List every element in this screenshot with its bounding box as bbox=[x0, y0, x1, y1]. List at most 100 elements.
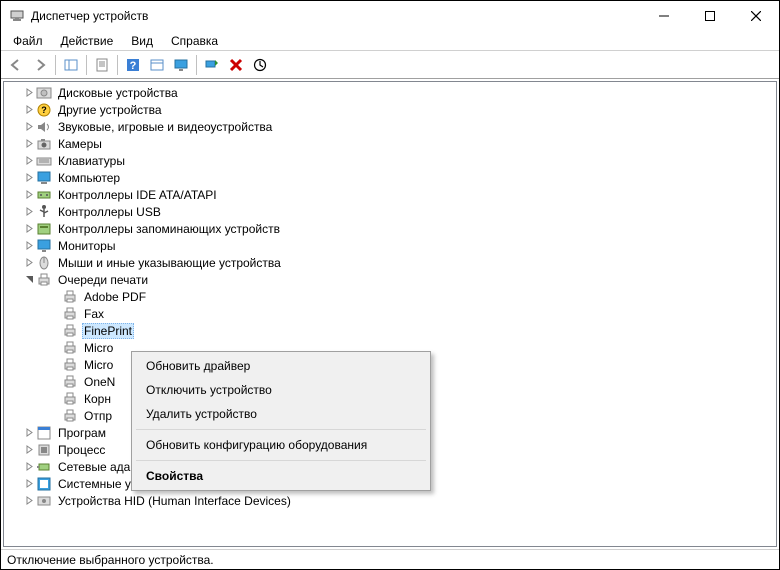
maximize-button[interactable] bbox=[687, 1, 733, 31]
printer-icon bbox=[62, 391, 78, 407]
mouse-icon bbox=[36, 255, 52, 271]
printer-icon bbox=[62, 306, 78, 322]
computer-icon bbox=[36, 170, 52, 186]
camera-icon bbox=[36, 136, 52, 152]
tree-category[interactable]: Контроллеры IDE ATA/ATAPI bbox=[4, 186, 776, 203]
expand-icon[interactable] bbox=[22, 426, 36, 440]
expand-icon[interactable] bbox=[22, 222, 36, 236]
context-menu-separator bbox=[136, 460, 426, 461]
tree-category[interactable]: ?Другие устройства bbox=[4, 101, 776, 118]
options-button[interactable] bbox=[146, 54, 168, 76]
printer-icon bbox=[62, 340, 78, 356]
context-menu-item[interactable]: Обновить конфигурацию оборудования bbox=[134, 433, 428, 457]
expand-icon[interactable] bbox=[22, 103, 36, 117]
expand-icon[interactable] bbox=[22, 239, 36, 253]
context-menu-item[interactable]: Отключить устройство bbox=[134, 378, 428, 402]
context-menu: Обновить драйверОтключить устройствоУдал… bbox=[131, 351, 431, 491]
window-controls bbox=[641, 1, 779, 31]
tree-category[interactable]: Контроллеры USB bbox=[4, 203, 776, 220]
menubar: Файл Действие Вид Справка bbox=[1, 31, 779, 51]
show-hide-button[interactable] bbox=[60, 54, 82, 76]
tree-device[interactable]: Fax bbox=[4, 305, 776, 322]
ide-icon bbox=[36, 187, 52, 203]
tree-category[interactable]: Клавиатуры bbox=[4, 152, 776, 169]
window-title: Диспетчер устройств bbox=[31, 9, 641, 23]
expand-icon[interactable] bbox=[22, 256, 36, 270]
tree-category[interactable]: Дисковые устройства bbox=[4, 84, 776, 101]
tree-category-label: Дисковые устройства bbox=[56, 86, 180, 100]
printer-icon bbox=[62, 408, 78, 424]
collapse-icon[interactable] bbox=[22, 273, 36, 287]
tree-category-label: Мыши и иные указывающие устройства bbox=[56, 256, 283, 270]
tree-device-label: OneN bbox=[82, 375, 117, 389]
toolbar: ? bbox=[1, 51, 779, 79]
tree-category[interactable]: Мониторы bbox=[4, 237, 776, 254]
expand-icon[interactable] bbox=[22, 137, 36, 151]
tree-category-label: Очереди печати bbox=[56, 273, 150, 287]
tree-device[interactable]: FinePrint bbox=[4, 322, 776, 339]
expand-icon[interactable] bbox=[22, 477, 36, 491]
tree-device-label: Micro bbox=[82, 358, 115, 372]
hid-icon bbox=[36, 493, 52, 509]
toolbar-separator bbox=[196, 55, 197, 75]
tree-category-label: Устройства HID (Human Interface Devices) bbox=[56, 494, 293, 508]
printer-icon bbox=[62, 289, 78, 305]
update-button[interactable] bbox=[249, 54, 271, 76]
tree-category[interactable]: Компьютер bbox=[4, 169, 776, 186]
close-button[interactable] bbox=[733, 1, 779, 31]
tree-device-label: FinePrint bbox=[82, 323, 134, 339]
statusbar: Отключение выбранного устройства. bbox=[1, 549, 779, 569]
tree-category[interactable]: Звуковые, игровые и видеоустройства bbox=[4, 118, 776, 135]
delete-button[interactable] bbox=[225, 54, 247, 76]
expand-icon[interactable] bbox=[22, 171, 36, 185]
cpu-icon bbox=[36, 442, 52, 458]
scan-button[interactable] bbox=[201, 54, 223, 76]
tree-device[interactable]: Adobe PDF bbox=[4, 288, 776, 305]
monitor-button[interactable] bbox=[170, 54, 192, 76]
forward-button[interactable] bbox=[29, 54, 51, 76]
menu-file[interactable]: Файл bbox=[5, 32, 51, 50]
tree-category-label: Звуковые, игровые и видеоустройства bbox=[56, 120, 274, 134]
tree-device-label: Отпр bbox=[82, 409, 114, 423]
disk-icon bbox=[36, 85, 52, 101]
expand-icon[interactable] bbox=[22, 443, 36, 457]
context-menu-item[interactable]: Свойства bbox=[134, 464, 428, 488]
tree-category[interactable]: Устройства HID (Human Interface Devices) bbox=[4, 492, 776, 509]
tree-category[interactable]: Мыши и иные указывающие устройства bbox=[4, 254, 776, 271]
menu-view[interactable]: Вид bbox=[123, 32, 161, 50]
tree-category[interactable]: Очереди печати bbox=[4, 271, 776, 288]
expand-icon[interactable] bbox=[22, 205, 36, 219]
context-menu-item[interactable]: Обновить драйвер bbox=[134, 354, 428, 378]
back-button[interactable] bbox=[5, 54, 27, 76]
toolbar-separator bbox=[55, 55, 56, 75]
expand-icon[interactable] bbox=[22, 86, 36, 100]
expand-icon[interactable] bbox=[22, 460, 36, 474]
svg-text:?: ? bbox=[41, 105, 47, 115]
storage-icon bbox=[36, 221, 52, 237]
minimize-button[interactable] bbox=[641, 1, 687, 31]
tree-category[interactable]: Контроллеры запоминающих устройств bbox=[4, 220, 776, 237]
expand-icon[interactable] bbox=[22, 188, 36, 202]
program-icon bbox=[36, 425, 52, 441]
network-icon bbox=[36, 459, 52, 475]
context-menu-separator bbox=[136, 429, 426, 430]
context-menu-item[interactable]: Удалить устройство bbox=[134, 402, 428, 426]
printer-icon bbox=[62, 357, 78, 373]
tree-category-label: Компьютер bbox=[56, 171, 122, 185]
expand-icon[interactable] bbox=[22, 494, 36, 508]
help-button[interactable]: ? bbox=[122, 54, 144, 76]
tree-device-label: Корн bbox=[82, 392, 113, 406]
tree-category-label: Клавиатуры bbox=[56, 154, 127, 168]
svg-text:?: ? bbox=[130, 60, 137, 72]
tree-category-label: Контроллеры USB bbox=[56, 205, 163, 219]
properties-button[interactable] bbox=[91, 54, 113, 76]
tree-device-label: Micro bbox=[82, 341, 115, 355]
tree-category[interactable]: Камеры bbox=[4, 135, 776, 152]
other-icon: ? bbox=[36, 102, 52, 118]
expand-icon[interactable] bbox=[22, 120, 36, 134]
menu-action[interactable]: Действие bbox=[53, 32, 122, 50]
tree-device-label: Fax bbox=[82, 307, 106, 321]
tree-category-label: Процесс bbox=[56, 443, 107, 457]
expand-icon[interactable] bbox=[22, 154, 36, 168]
menu-help[interactable]: Справка bbox=[163, 32, 226, 50]
